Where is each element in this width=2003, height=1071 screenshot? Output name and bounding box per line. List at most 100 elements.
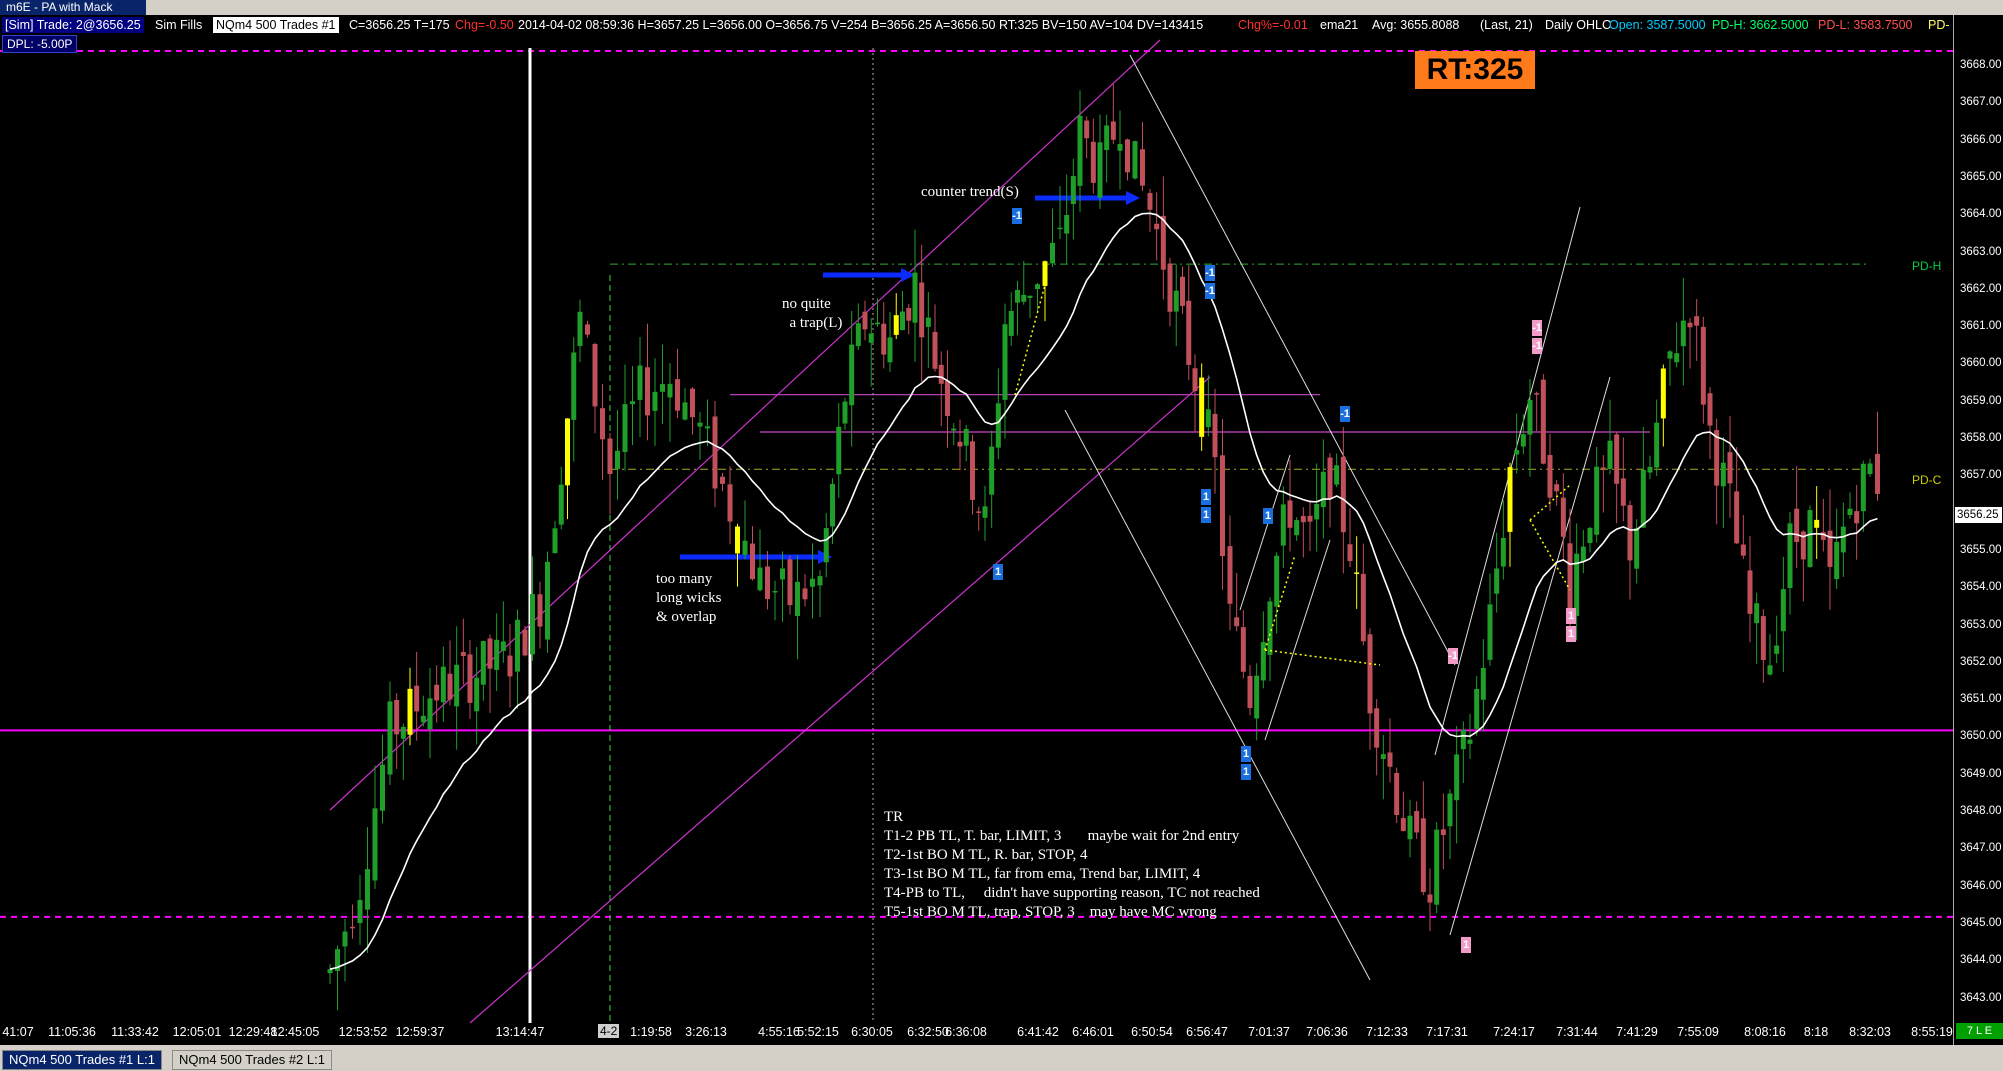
- candle-body: [1347, 544, 1353, 562]
- quote-change: Chg=-0.50: [455, 18, 514, 32]
- candle-body: [592, 344, 598, 407]
- candle-body: [427, 698, 433, 730]
- instrument-tab[interactable]: NQm4 500 Trades #1: [213, 17, 339, 33]
- candle-body: [951, 428, 957, 431]
- trade-mark-pink[interactable]: -1: [1448, 648, 1458, 664]
- candle-body: [675, 379, 680, 411]
- trade-mark-blue[interactable]: 1: [1201, 507, 1211, 523]
- candle-body: [919, 282, 925, 338]
- candle-body: [1140, 149, 1145, 186]
- trade-mark-blue[interactable]: -1: [1340, 406, 1350, 422]
- candle-body: [862, 311, 868, 330]
- candle-body: [434, 684, 440, 701]
- price-axis-label: 3650.00: [1960, 730, 2002, 743]
- candle-body: [552, 528, 558, 554]
- trade-mark-blue[interactable]: 1: [1241, 746, 1251, 762]
- trade-mark-pink[interactable]: 1: [1461, 937, 1471, 953]
- candle-body: [1035, 284, 1040, 289]
- account-label[interactable]: [Sim] Trade: 2@3656.25: [2, 17, 144, 33]
- current-price-tag: 3656.25: [1955, 507, 2002, 523]
- price-axis-label: 3645.00: [1960, 916, 2002, 929]
- time-axis-label: 8:08:16: [1744, 1025, 1786, 1039]
- ema-label: ema21: [1320, 18, 1359, 32]
- candle-body: [1015, 289, 1020, 303]
- candle-body: [1607, 440, 1613, 469]
- candle-body: [585, 324, 590, 335]
- candle-body: [447, 673, 453, 700]
- candle-body: [1057, 227, 1063, 230]
- trade-mark-blue[interactable]: -1: [1012, 208, 1022, 224]
- trade-mark-pink[interactable]: 1: [1566, 608, 1576, 624]
- time-axis-label: 3:26:13: [685, 1025, 727, 1039]
- candle-body: [1474, 688, 1480, 729]
- candle-body: [1280, 504, 1286, 546]
- candle-body: [823, 528, 829, 563]
- candle-body: [1267, 601, 1273, 655]
- candle-body: [1747, 570, 1753, 614]
- candle-body: [1147, 192, 1153, 210]
- candle-body: [989, 446, 995, 495]
- candle-body: [1205, 409, 1211, 428]
- trade-mark-blue[interactable]: -1: [1205, 283, 1215, 299]
- candle-body: [906, 307, 912, 321]
- candle-body: [400, 726, 406, 739]
- price-axis[interactable]: 3668.00 3667.00 3666.00 3665.00 3664.00 3663.…: [1953, 15, 2003, 1045]
- candle-body: [1814, 519, 1820, 528]
- window-title-tab[interactable]: m6E - PA with Mack: [0, 0, 146, 15]
- trade-mark-blue[interactable]: 1: [1241, 764, 1251, 780]
- candle-body: [1860, 463, 1866, 512]
- candle-body: [795, 581, 800, 617]
- trade-mark-blue[interactable]: -1: [1205, 265, 1215, 281]
- candle-body: [1199, 377, 1205, 437]
- trade-mark-blue[interactable]: 1: [1201, 489, 1211, 505]
- candle-body: [558, 484, 564, 525]
- candle-body: [1740, 544, 1746, 556]
- time-axis-label: 7:55:09: [1677, 1025, 1719, 1039]
- candle-body: [868, 333, 874, 343]
- time-axis-label: 12:45:05: [270, 1025, 320, 1039]
- candle-body: [1540, 379, 1546, 464]
- annotation-counter-trend: counter trend(S): [921, 184, 1019, 200]
- candle-body: [1220, 455, 1225, 557]
- candle-body: [460, 652, 466, 657]
- candle-body: [1460, 729, 1466, 750]
- candle-body: [600, 408, 605, 440]
- trade-mark-pink[interactable]: -1: [1532, 338, 1542, 354]
- down-channel-upper: [1129, 54, 1456, 666]
- candle-body: [1374, 708, 1380, 748]
- candle-body: [1212, 413, 1218, 458]
- candle-body: [1554, 484, 1560, 492]
- trade-mark-pink[interactable]: 1: [1566, 626, 1576, 642]
- trade-mark-blue[interactable]: 1: [993, 564, 1003, 580]
- candle-body: [957, 441, 963, 447]
- candle-body: [1520, 434, 1526, 447]
- time-axis-label: 7:12:33: [1366, 1025, 1408, 1039]
- candle-body: [849, 344, 855, 406]
- price-axis-label: 3668.00: [1960, 59, 2002, 71]
- candle-body: [705, 426, 710, 429]
- tab-nqm4-1[interactable]: NQm4 500 Trades #1 L:1: [2, 1050, 162, 1070]
- price-axis-label: 3663.00: [1960, 245, 2002, 258]
- candle-body: [1547, 454, 1553, 498]
- candle-body: [530, 594, 535, 655]
- chart-window[interactable]: [Sim] Trade: 2@3656.25 Sim Fills NQm4 50…: [0, 15, 2003, 1045]
- candle-body: [735, 526, 740, 554]
- rt-badge: RT:325: [1415, 51, 1535, 89]
- trade-link: [1264, 649, 1381, 666]
- pdc-side-label: PD-C: [1912, 473, 1942, 487]
- candle-body: [995, 403, 1001, 448]
- price-axis-label: 3646.00: [1960, 879, 2002, 892]
- candle-body: [1070, 176, 1076, 205]
- candle-body: [1467, 739, 1473, 744]
- candle-body: [1260, 642, 1266, 681]
- candle-body: [1594, 466, 1600, 535]
- candle-body: [1234, 617, 1240, 627]
- candle-body: [1240, 627, 1246, 672]
- trade-mark-blue[interactable]: 1: [1263, 508, 1273, 524]
- trade-mark-pink[interactable]: -1: [1532, 320, 1542, 336]
- candle-body: [1387, 752, 1393, 767]
- candle-body: [615, 450, 620, 470]
- candle-body: [912, 272, 918, 323]
- candle-body: [1021, 294, 1027, 302]
- tab-nqm4-2[interactable]: NQm4 500 Trades #2 L:1: [172, 1050, 332, 1070]
